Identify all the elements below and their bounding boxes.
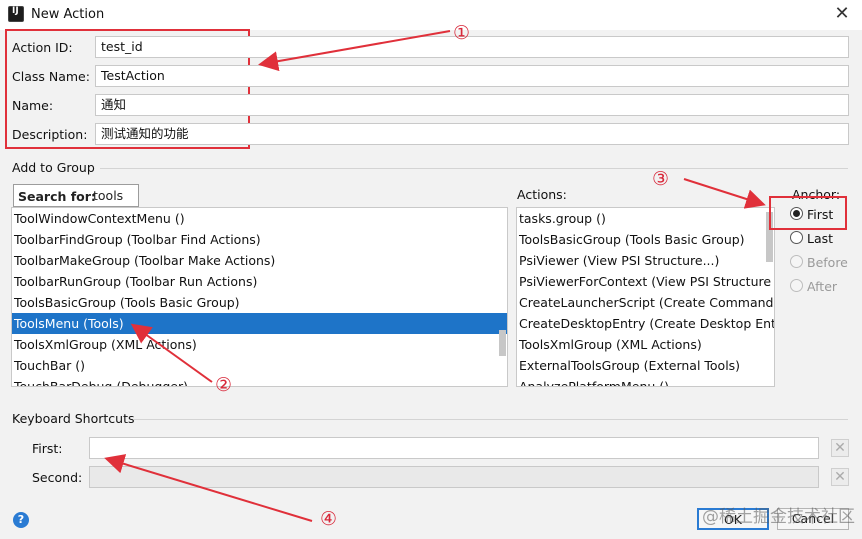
first-shortcut-field[interactable] — [89, 437, 819, 459]
group-item[interactable]: ToolbarRunGroup (Toolbar Run Actions) — [12, 271, 507, 292]
help-icon[interactable]: ? — [13, 512, 29, 528]
action-item[interactable]: ToolsXmlGroup (XML Actions) — [517, 334, 774, 355]
action-item[interactable]: CreateDesktopEntry (Create Desktop Entry… — [517, 313, 774, 334]
action-id-label: Action ID: — [12, 40, 73, 55]
description-label: Description: — [12, 127, 88, 142]
action-id-field[interactable]: test_id — [95, 36, 849, 58]
close-icon[interactable]: ✕ — [831, 3, 853, 25]
add-to-group-heading: Add to Group — [12, 160, 95, 175]
action-item[interactable]: AnalyzePlatformMenu () — [517, 376, 774, 386]
annotation-4: ④ — [320, 508, 338, 530]
anchor-after-radio[interactable] — [790, 279, 803, 292]
groups-list[interactable]: ToolWindowContextMenu () ToolbarFindGrou… — [11, 207, 508, 387]
action-item[interactable]: CreateLauncherScript (Create Command-lin… — [517, 292, 774, 313]
group-item[interactable]: TouchBar () — [12, 355, 507, 376]
group-item[interactable]: ToolbarMakeGroup (Toolbar Make Actions) — [12, 250, 507, 271]
action-item[interactable]: PsiViewer (View PSI Structure...) — [517, 250, 774, 271]
clear-first-shortcut-icon[interactable]: ✕ — [831, 439, 849, 457]
add-to-group-separator — [100, 168, 848, 169]
class-name-label: Class Name: — [12, 69, 90, 84]
actions-label: Actions: — [517, 187, 567, 202]
arrow-3 — [683, 178, 766, 209]
group-item[interactable]: ToolWindowContextMenu () — [12, 208, 507, 229]
anchor-after-label[interactable]: After — [807, 279, 837, 294]
group-item[interactable]: ToolsBasicGroup (Tools Basic Group) — [12, 292, 507, 313]
second-shortcut-label: Second: — [32, 470, 83, 485]
groups-scrollbar[interactable] — [499, 330, 506, 356]
clear-second-shortcut-icon[interactable]: ✕ — [831, 468, 849, 486]
first-shortcut-label: First: — [32, 441, 63, 456]
app-logo-icon: IJ — [8, 6, 24, 22]
description-field[interactable]: 测试通知的功能 — [95, 123, 849, 145]
keyboard-shortcuts-separator — [134, 419, 848, 420]
class-name-field[interactable]: TestAction — [95, 65, 849, 87]
group-item[interactable]: ToolbarFindGroup (Toolbar Find Actions) — [12, 229, 507, 250]
actions-list[interactable]: tasks.group () ToolsBasicGroup (Tools Ba… — [516, 207, 775, 387]
group-item[interactable]: TouchBarDebug (Debugger) — [12, 376, 507, 386]
anchor-first-radio[interactable] — [790, 207, 803, 220]
action-item[interactable]: tasks.group () — [517, 208, 774, 229]
window-title: New Action — [31, 7, 105, 22]
name-label: Name: — [12, 98, 54, 113]
watermark: @稀土掘金技术社区 — [702, 507, 855, 527]
action-item[interactable]: PsiViewerForContext (View PSI Structure … — [517, 271, 774, 292]
second-shortcut-field[interactable] — [89, 466, 819, 488]
anchor-before-label[interactable]: Before — [807, 255, 848, 270]
title-bar — [0, 0, 862, 30]
annotation-1: ① — [453, 22, 471, 44]
anchor-last-label[interactable]: Last — [807, 231, 833, 246]
name-field[interactable]: 通知 — [95, 94, 849, 116]
group-item-selected[interactable]: ToolsMenu (Tools) — [12, 313, 507, 334]
search-for-label: Search for: — [18, 189, 96, 204]
anchor-before-radio[interactable] — [790, 255, 803, 268]
annotation-2: ② — [215, 374, 233, 396]
annotation-3: ③ — [652, 168, 670, 190]
action-item[interactable]: ToolsBasicGroup (Tools Basic Group) — [517, 229, 774, 250]
anchor-last-radio[interactable] — [790, 231, 803, 244]
search-for-value: tools — [93, 188, 124, 203]
search-popup[interactable]: Search for: tools — [13, 184, 139, 207]
anchor-first-label[interactable]: First — [807, 207, 833, 222]
group-item[interactable]: ToolsXmlGroup (XML Actions) — [12, 334, 507, 355]
action-item[interactable]: ExternalToolsGroup (External Tools) — [517, 355, 774, 376]
keyboard-shortcuts-heading: Keyboard Shortcuts — [12, 411, 135, 426]
